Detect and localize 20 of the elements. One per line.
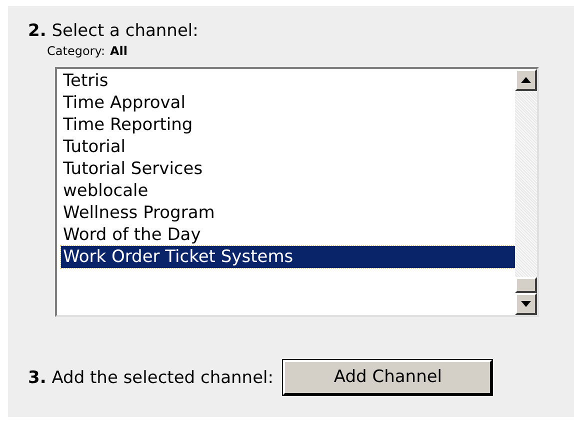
category-value: All [110,43,128,59]
step-heading: 2. Select a channel: [28,20,200,42]
channel-item[interactable]: Tutorial Services [61,158,515,180]
up-arrow-icon [521,77,531,83]
channel-item[interactable]: Tetris [61,70,515,92]
add-channel-button[interactable]: Add Channel [283,360,492,395]
channel-item[interactable]: Wellness Program [61,202,515,224]
channel-item[interactable]: Word of the Day [61,224,515,246]
scroll-down-button[interactable] [515,293,537,315]
channel-item[interactable]: Time Approval [61,92,515,114]
channel-item[interactable]: Tutorial [61,136,515,158]
scroll-thumb[interactable] [515,277,537,293]
channel-item[interactable]: Time Reporting [61,114,515,136]
category-label: Category: [47,43,105,59]
add-step-label: 3. Add the selected channel: [28,366,274,388]
channel-item[interactable]: weblocale [61,180,515,202]
down-arrow-icon [521,301,531,307]
scroll-up-button[interactable] [515,69,537,91]
channel-listbox[interactable]: Tetris Time Approval Time Reporting Tutorial Tutorial Services weblocale Wellness Program Word of the Day Work Order Ticket Systems [55,67,539,317]
channel-item[interactable]: Work Order Ticket Systems [61,246,515,268]
